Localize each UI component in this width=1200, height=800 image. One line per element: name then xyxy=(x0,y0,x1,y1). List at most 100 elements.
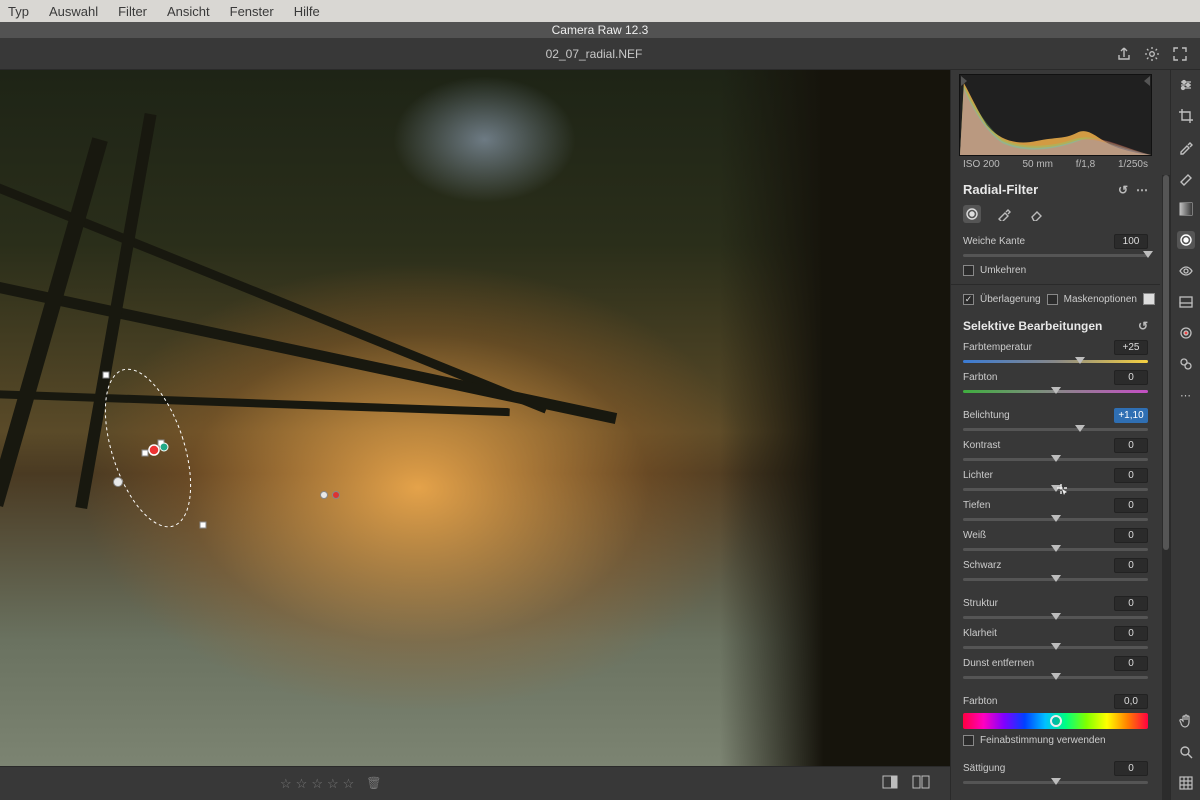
shadow-clip-icon[interactable] xyxy=(961,76,971,86)
maskopts-checkbox[interactable] xyxy=(1047,294,1058,305)
gear-icon[interactable] xyxy=(1144,46,1160,62)
menu-auswahl[interactable]: Auswahl xyxy=(49,4,98,19)
reset-selective-icon[interactable]: ↺ xyxy=(1138,319,1148,333)
value-highlights[interactable]: 0 xyxy=(1114,468,1148,483)
track-blacks[interactable] xyxy=(963,575,1148,585)
overlay-checkbox[interactable] xyxy=(963,294,974,305)
section-radial-filter: Radial-Filter ↺ ⋯ xyxy=(951,176,1160,201)
invert-checkbox[interactable] xyxy=(963,265,974,276)
mask-new-icon[interactable] xyxy=(963,205,981,223)
value-shadows[interactable]: 0 xyxy=(1114,498,1148,513)
value-temp[interactable]: +25 xyxy=(1114,340,1148,355)
tool-redeye-icon[interactable] xyxy=(1177,324,1195,342)
slider-temp[interactable]: Farbtemperatur +25 xyxy=(951,337,1160,367)
value-whites[interactable]: 0 xyxy=(1114,528,1148,543)
mask-brush-icon[interactable] xyxy=(995,205,1013,223)
menu-hilfe[interactable]: Hilfe xyxy=(294,4,320,19)
track-saturation[interactable] xyxy=(963,778,1148,788)
hue-strip[interactable] xyxy=(963,713,1148,729)
track-temp[interactable] xyxy=(963,357,1148,367)
value-tint[interactable]: 0 xyxy=(1114,370,1148,385)
tool-eye-icon[interactable] xyxy=(1177,262,1195,280)
star-3[interactable]: ☆ xyxy=(311,776,323,792)
menu-ansicht[interactable]: Ansicht xyxy=(167,4,210,19)
feather-value[interactable]: 100 xyxy=(1114,234,1148,249)
tool-hand-icon[interactable] xyxy=(1177,712,1195,730)
track-dehaze[interactable] xyxy=(963,673,1148,683)
slider-tint[interactable]: Farbton 0 xyxy=(951,367,1160,397)
tool-snapshot-icon[interactable] xyxy=(1177,293,1195,311)
slider-shadows[interactable]: Tiefen 0 xyxy=(951,495,1160,525)
track-contrast[interactable] xyxy=(963,455,1148,465)
feather-label: Weiche Kante xyxy=(963,236,1025,247)
slider-hue[interactable]: Farbton0,0 xyxy=(951,691,1160,709)
slider-feather[interactable]: Weiche Kante 100 xyxy=(951,231,1160,261)
value-saturation[interactable]: 0 xyxy=(1114,761,1148,776)
fullscreen-icon[interactable] xyxy=(1172,46,1188,62)
slider-whites[interactable]: Weiß 0 xyxy=(951,525,1160,555)
panel-scrollbar[interactable] xyxy=(1162,175,1170,800)
star-2[interactable]: ☆ xyxy=(296,776,308,792)
slider-texture[interactable]: Struktur 0 xyxy=(951,593,1160,623)
filter-pin[interactable] xyxy=(320,491,328,499)
track-whites[interactable] xyxy=(963,545,1148,555)
tool-more-icon[interactable]: ⋯ xyxy=(1177,386,1195,404)
tool-eyedropper-icon[interactable] xyxy=(1177,138,1195,156)
finetune-checkbox[interactable] xyxy=(963,735,974,746)
tool-grid-icon[interactable] xyxy=(1177,774,1195,792)
radial-filter-overlay[interactable] xyxy=(100,370,210,540)
value-texture[interactable]: 0 xyxy=(1114,596,1148,611)
tool-heal-icon[interactable] xyxy=(1177,169,1195,187)
star-1[interactable]: ☆ xyxy=(280,776,292,792)
track-clarity[interactable] xyxy=(963,643,1148,653)
slider-highlights[interactable]: Lichter 0 xyxy=(951,465,1160,495)
tool-crop-icon[interactable] xyxy=(1177,107,1195,125)
track-tint[interactable] xyxy=(963,387,1148,397)
star-4[interactable]: ☆ xyxy=(327,776,339,792)
value-clarity[interactable]: 0 xyxy=(1114,626,1148,641)
highlight-clip-icon[interactable] xyxy=(1140,76,1150,86)
track-exposure[interactable] xyxy=(963,425,1148,435)
slider-blacks[interactable]: Schwarz 0 xyxy=(951,555,1160,585)
hue-handle[interactable] xyxy=(1050,715,1062,727)
value-exposure[interactable]: +1,10 xyxy=(1114,408,1148,423)
invert-row[interactable]: Umkehren xyxy=(951,261,1160,280)
value-contrast[interactable]: 0 xyxy=(1114,438,1148,453)
trash-icon[interactable]: 🗑 xyxy=(366,776,381,792)
canvas-image[interactable] xyxy=(0,70,950,766)
histogram[interactable] xyxy=(959,74,1152,156)
slider-clarity[interactable]: Klarheit 0 xyxy=(951,623,1160,653)
tool-edit-icon[interactable] xyxy=(1177,76,1195,94)
star-5[interactable]: ☆ xyxy=(343,776,355,792)
rating-stars[interactable]: ☆ ☆ ☆ ☆ ☆ 🗑 xyxy=(280,776,382,792)
compare-single-icon[interactable] xyxy=(882,775,898,792)
tool-zoom-icon[interactable] xyxy=(1177,743,1195,761)
os-menu-bar[interactable]: Typ Auswahl Filter Ansicht Fenster Hilfe xyxy=(0,0,1200,22)
reset-icon[interactable]: ↺ xyxy=(1118,183,1128,197)
track-shadows[interactable] xyxy=(963,515,1148,525)
more-icon[interactable]: ⋯ xyxy=(1136,183,1148,197)
slider-exposure[interactable]: Belichtung +1,10 xyxy=(951,405,1160,435)
filter-pin[interactable] xyxy=(332,491,340,499)
mask-color-swatch[interactable] xyxy=(1143,293,1155,305)
share-icon[interactable] xyxy=(1116,46,1132,62)
tool-gradient-icon[interactable] xyxy=(1177,200,1195,218)
track-highlights[interactable] xyxy=(963,485,1148,495)
value-dehaze[interactable]: 0 xyxy=(1114,656,1148,671)
menu-filter[interactable]: Filter xyxy=(118,4,147,19)
filter-pin[interactable] xyxy=(113,477,123,487)
slider-contrast[interactable]: Kontrast 0 xyxy=(951,435,1160,465)
value-hue[interactable]: 0,0 xyxy=(1114,694,1148,709)
compare-split-icon[interactable] xyxy=(912,775,930,792)
mask-erase-icon[interactable] xyxy=(1027,205,1045,223)
menu-typ[interactable]: Typ xyxy=(8,4,29,19)
slider-saturation[interactable]: Sättigung 0 xyxy=(951,758,1160,788)
tool-radial-icon[interactable] xyxy=(1177,231,1195,249)
slider-dehaze[interactable]: Dunst entfernen 0 xyxy=(951,653,1160,683)
label-saturation: Sättigung xyxy=(963,763,1005,774)
finetune-row[interactable]: Feinabstimmung verwenden xyxy=(951,731,1160,750)
track-texture[interactable] xyxy=(963,613,1148,623)
tool-preset-icon[interactable] xyxy=(1177,355,1195,373)
value-blacks[interactable]: 0 xyxy=(1114,558,1148,573)
menu-fenster[interactable]: Fenster xyxy=(230,4,274,19)
